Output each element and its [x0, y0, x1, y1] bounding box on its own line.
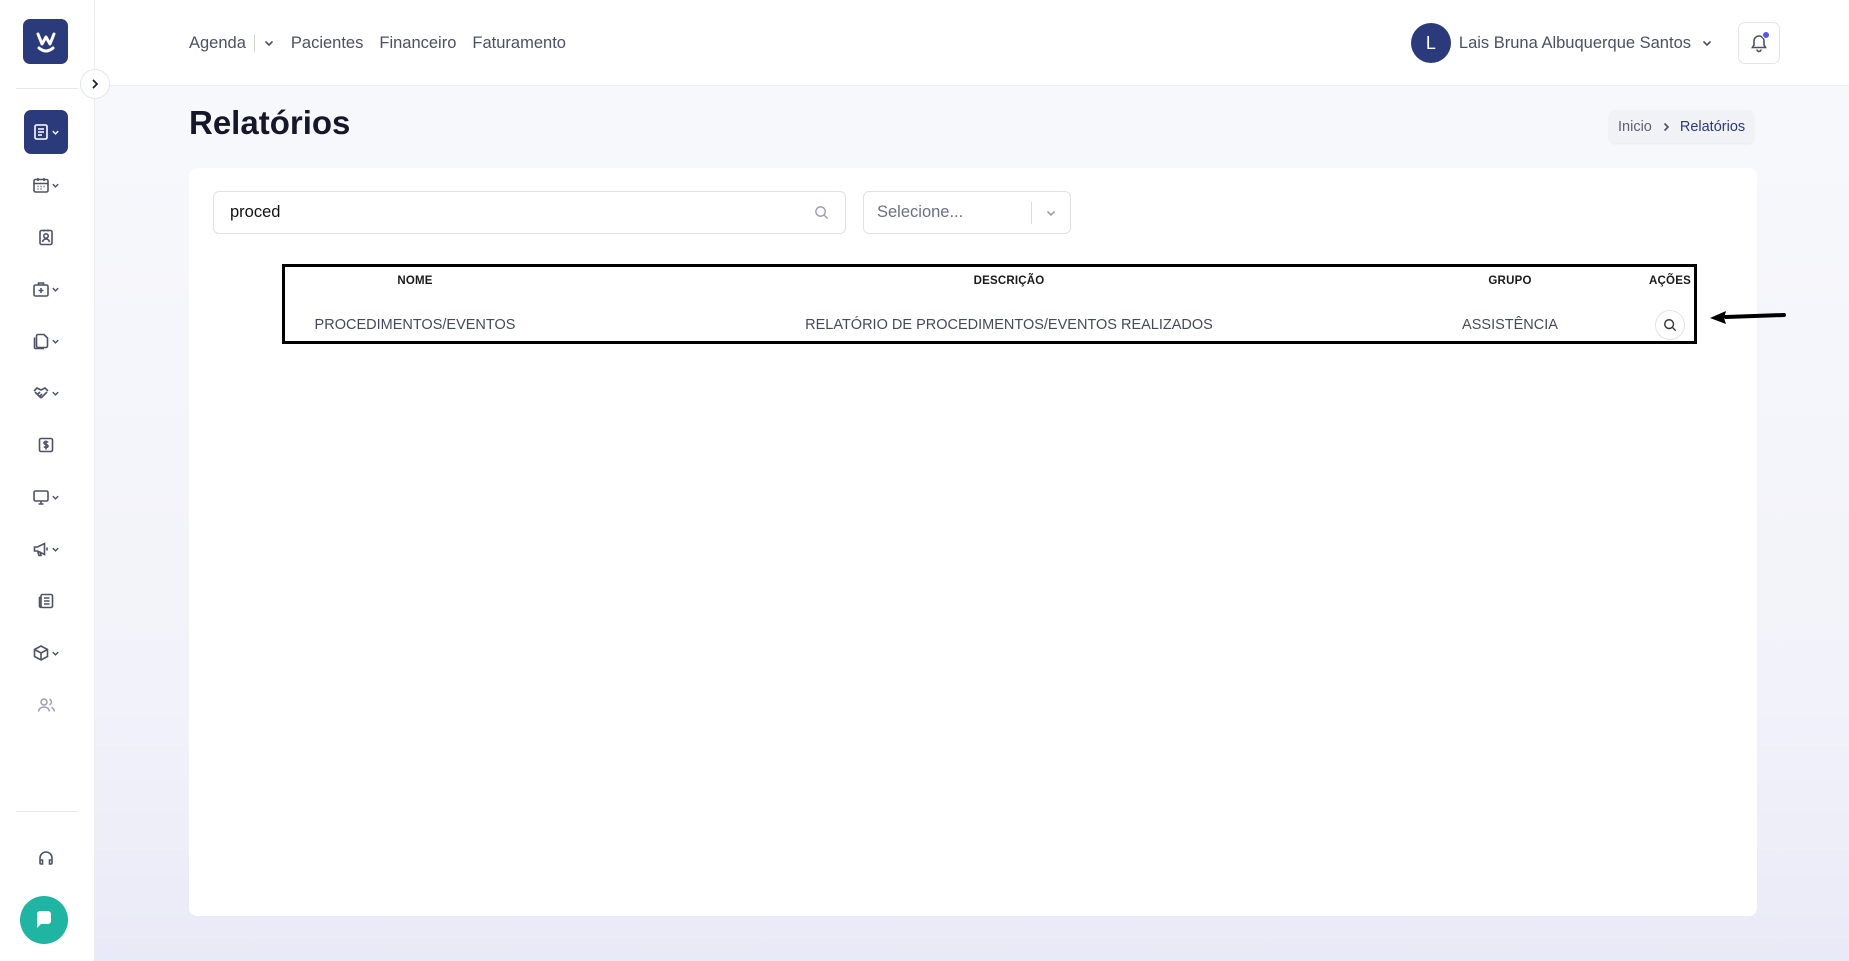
- cell-nome: PROCEDIMENTOS/EVENTOS: [314, 317, 516, 333]
- column-header-grupo: GRUPO: [1488, 275, 1532, 287]
- cell-grupo: ASSISTÊNCIA: [1462, 317, 1558, 333]
- chevron-down-icon: [52, 651, 59, 656]
- arrow-left-icon: [1710, 311, 1786, 324]
- dollar-icon: [38, 437, 54, 453]
- sidebar-item-monitor[interactable]: [24, 475, 68, 519]
- chevron-down-icon: [52, 391, 59, 396]
- chevron-down-icon: [1702, 40, 1712, 47]
- box-icon: [33, 645, 49, 661]
- sidebar-divider: [16, 811, 78, 812]
- menu-item-agenda[interactable]: Agenda: [189, 34, 246, 53]
- logo-icon[interactable]: [23, 19, 68, 64]
- documents-icon: [33, 333, 49, 350]
- chevron-down-icon: [264, 40, 273, 47]
- chat-button[interactable]: [20, 896, 68, 944]
- reports-table: NOME DESCRIÇÃO GRUPO AÇÕES PROCEDIMENTOS…: [282, 264, 1697, 344]
- handshake-icon: [33, 387, 49, 399]
- sidebar-toggle-button[interactable]: [80, 69, 110, 99]
- chevron-down-icon: [52, 547, 59, 552]
- notification-dot: [1762, 31, 1770, 39]
- sidebar-item-finance[interactable]: [24, 423, 68, 467]
- menu-item-financeiro[interactable]: Financeiro: [379, 34, 456, 53]
- user-menu-toggle[interactable]: [1701, 37, 1713, 49]
- medical-bag-icon: [33, 282, 49, 297]
- main-menu: Agenda Pacientes Financeiro Faturamento: [189, 0, 582, 86]
- sidebar-item-support[interactable]: [24, 836, 68, 880]
- sidebar-item-marketing[interactable]: [24, 527, 68, 571]
- column-header-nome: NOME: [397, 275, 433, 287]
- chevron-down-icon: [52, 287, 59, 292]
- avatar[interactable]: L: [1410, 23, 1451, 63]
- sidebar-item-documents[interactable]: [24, 319, 68, 363]
- sidebar-item-inventory[interactable]: [24, 631, 68, 675]
- menu-divider: [253, 34, 255, 52]
- column-header-descricao: DESCRIÇÃO: [973, 275, 1045, 287]
- chat-icon: [37, 911, 51, 928]
- patient-card-icon: [39, 229, 53, 246]
- sidebar-item-reports[interactable]: [24, 110, 68, 154]
- chevron-down-icon: [52, 130, 59, 135]
- monitor-icon: [33, 490, 49, 505]
- search-icon: [815, 206, 829, 220]
- sidebar: [0, 0, 95, 961]
- sidebar-item-agreements[interactable]: [24, 371, 68, 415]
- reports-icon: [34, 124, 48, 140]
- group-select-placeholder: Selecione...: [877, 203, 964, 221]
- top-bar: Agenda Pacientes Financeiro Faturamento …: [95, 0, 1849, 86]
- sidebar-item-users[interactable]: [24, 683, 68, 727]
- user-name[interactable]: Lais Bruna Albuquerque Santos: [1459, 34, 1691, 53]
- chevron-right-icon: [92, 79, 99, 89]
- chevron-down-icon: [52, 495, 59, 500]
- search-icon: [1664, 319, 1677, 332]
- breadcrumb: Inicio Relatórios: [1609, 110, 1755, 143]
- sidebar-divider: [16, 88, 78, 89]
- agenda-dropdown-toggle[interactable]: [263, 37, 275, 49]
- column-header-acoes: AÇÕES: [1649, 275, 1691, 287]
- chevron-down-icon: [1032, 207, 1070, 219]
- reports-card: Selecione... NOME DESCRIÇÃO GRUPO AÇÕES …: [189, 168, 1757, 916]
- calendar-icon: [33, 178, 49, 193]
- chevron-down-icon: [52, 339, 59, 344]
- megaphone-icon: [33, 542, 48, 557]
- sidebar-item-patient-card[interactable]: [24, 215, 68, 259]
- group-select[interactable]: Selecione...: [863, 191, 1071, 234]
- page-title: Relatórios: [189, 104, 351, 141]
- breadcrumb-home[interactable]: Inicio: [1618, 119, 1652, 135]
- view-report-button[interactable]: [1655, 310, 1685, 340]
- newspaper-icon: [38, 593, 54, 609]
- cell-descricao: RELATÓRIO DE PROCEDIMENTOS/EVENTOS REALI…: [805, 317, 1213, 333]
- notifications-button[interactable]: [1738, 22, 1780, 64]
- sidebar-item-medical[interactable]: [24, 267, 68, 311]
- sidebar-item-calendar[interactable]: [24, 163, 68, 207]
- search-box: [213, 191, 846, 234]
- user-area: L Lais Bruna Albuquerque Santos: [1410, 0, 1849, 86]
- search-input[interactable]: [230, 203, 814, 222]
- users-icon: [37, 698, 55, 712]
- chevron-down-icon: [52, 183, 59, 188]
- menu-item-pacientes[interactable]: Pacientes: [291, 34, 363, 53]
- chevron-right-icon: [1661, 122, 1671, 132]
- sidebar-item-news[interactable]: [24, 579, 68, 623]
- headset-icon: [39, 851, 53, 865]
- menu-item-faturamento[interactable]: Faturamento: [472, 34, 566, 53]
- breadcrumb-current: Relatórios: [1679, 118, 1746, 135]
